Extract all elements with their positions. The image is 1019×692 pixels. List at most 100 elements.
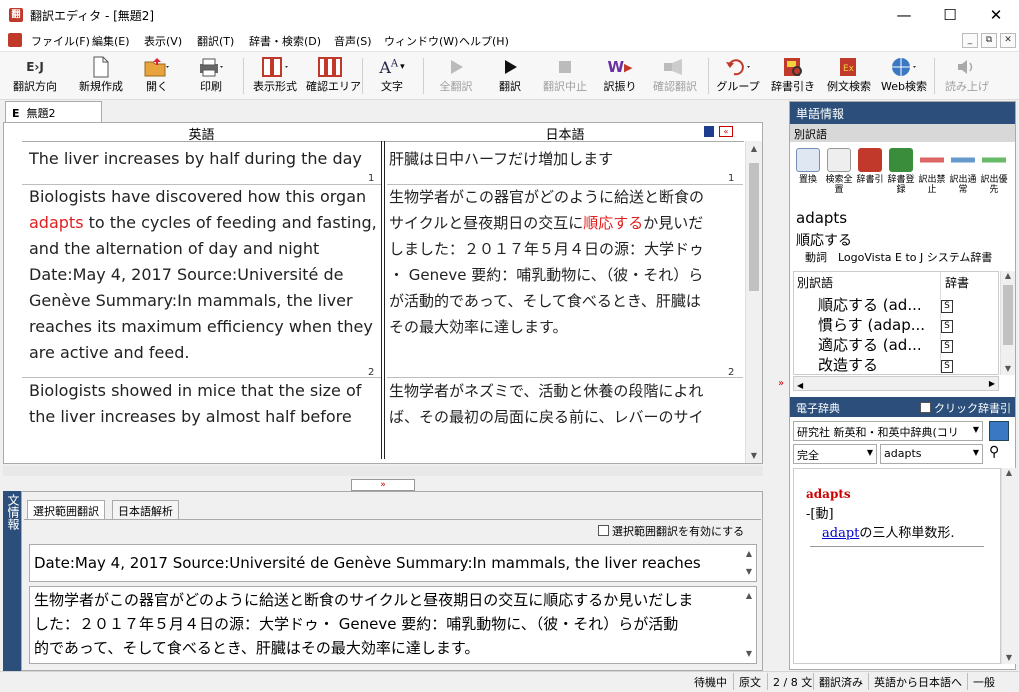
scroll-up-icon[interactable]: ▲ <box>1002 468 1016 477</box>
selected-word: adapts <box>796 209 848 227</box>
direction-button[interactable]: E›J 翻訳方向 <box>6 54 64 98</box>
scroll-down-icon[interactable]: ▼ <box>746 649 752 658</box>
highlighted-word[interactable]: adapts <box>29 213 84 232</box>
source-sentence[interactable]: The liver increases by half during the d… <box>29 146 362 172</box>
source-sentence[interactable]: Biologists have discovered how this orga… <box>29 184 379 366</box>
collapse-icon[interactable]: « <box>719 126 733 137</box>
mdi-close-icon[interactable]: ✕ <box>1000 33 1016 48</box>
example-search-button[interactable]: Ex 例文検索 <box>823 54 875 98</box>
mdi-minimize-icon[interactable]: _ <box>962 33 978 48</box>
info-sidebar[interactable]: 文情報 <box>3 491 21 671</box>
list-item[interactable]: 順応する (ad... <box>818 294 922 315</box>
scroll-left-icon[interactable]: ◀ <box>797 381 803 390</box>
dict-link[interactable]: adapt <box>822 526 859 541</box>
replace-button[interactable]: 置換 <box>793 145 823 203</box>
menu-voice[interactable]: 音声(S) <box>331 33 375 49</box>
close-button[interactable]: ✕ <box>973 0 1019 30</box>
list-item[interactable]: 適応する (ad... <box>818 334 922 355</box>
selection-target-box[interactable]: 生物学者がこの器官がどのように給送と断食のサイクルと昼夜期日の交互に順応するか見… <box>29 586 757 664</box>
list-header-dictionary[interactable]: 辞書 <box>945 274 969 291</box>
scroll-up-icon[interactable]: ▲ <box>746 591 752 600</box>
confirm-translate-button[interactable]: 確認翻訳 <box>648 54 702 98</box>
enable-selection-checkbox[interactable]: 選択範囲翻訳を有効にする <box>598 523 744 539</box>
dictionary-settings-icon[interactable] <box>989 421 1009 441</box>
highlighted-word[interactable]: 順応する <box>583 214 643 232</box>
document-tab[interactable]: E 無題2 <box>5 101 102 122</box>
scroll-up-icon[interactable]: ▲ <box>1001 271 1015 280</box>
dict-lookup-button[interactable]: 辞書引き <box>769 54 817 98</box>
match-select[interactable]: 完全 ▼ <box>793 444 877 464</box>
display-format-button[interactable]: 表示形式 <box>248 54 302 98</box>
scroll-down-icon[interactable]: ▼ <box>1001 364 1015 373</box>
search-replace-all-button[interactable]: 検索全置 <box>824 145 854 203</box>
dict-scrollbar[interactable]: ▲ ▼ <box>1001 468 1016 664</box>
source-sentence[interactable]: Biologists showed in mice that the size … <box>29 378 379 430</box>
target-sentence[interactable]: 肝臓は日中ハーフだけ増加します <box>389 146 613 172</box>
print-button[interactable]: 印刷 <box>190 54 232 98</box>
column-divider[interactable] <box>381 141 382 459</box>
selection-source-box[interactable]: Date:May 4, 2017 Source:Université de Ge… <box>29 544 757 582</box>
sync-icon[interactable] <box>704 126 714 137</box>
maximize-button[interactable]: ☐ <box>927 0 973 30</box>
example-book-icon: Ex <box>823 54 875 80</box>
dict-register-button[interactable]: 辞書登録 <box>886 145 916 203</box>
splitter[interactable] <box>3 466 763 476</box>
menu-file[interactable]: ファイル(F) <box>28 33 93 49</box>
collapse-right-panel-icon[interactable]: » <box>778 378 784 389</box>
list-item[interactable]: 慣らす (adap... <box>818 314 925 335</box>
mdi-restore-icon[interactable]: ⧉ <box>981 33 997 48</box>
menu-help[interactable]: ヘルプ(H) <box>456 33 512 49</box>
e-dict-title: 電子辞典 <box>796 402 840 415</box>
chevron-down-icon: ▼ <box>972 425 979 434</box>
confirm-area-button[interactable]: 確認エリア <box>306 54 361 98</box>
tab-japanese-analysis[interactable]: 日本語解析 <box>112 500 179 519</box>
alternatives-hscroll[interactable]: ◀ ▶ <box>793 376 999 391</box>
scroll-up-icon[interactable]: ▲ <box>746 549 752 558</box>
editor-scrollbar[interactable]: ▲ ▼ <box>745 141 762 463</box>
target-sentence[interactable]: 生物学者がこの器官がどのように給送と断食の サイクルと昼夜期日の交互に順応するか… <box>389 184 739 340</box>
assign-translation-button[interactable]: W ▶ 訳振り <box>598 54 642 98</box>
binoculars-icon[interactable]: ⚲ <box>989 444 999 460</box>
minimize-button[interactable]: — <box>881 0 927 30</box>
scroll-down-icon[interactable]: ▼ <box>746 567 752 576</box>
new-button[interactable]: 新規作成 <box>72 54 130 98</box>
priority-button[interactable]: 訳出優先 <box>979 145 1009 203</box>
scroll-down-icon[interactable]: ▼ <box>746 451 762 460</box>
menu-translate[interactable]: 翻訳(T) <box>194 33 237 49</box>
normal-button[interactable]: 訳出通常 <box>948 145 978 203</box>
stop-translation-button[interactable]: 翻訳中止 <box>538 54 592 98</box>
checkbox-icon[interactable] <box>598 525 609 536</box>
checkbox-checked-icon[interactable] <box>920 402 931 413</box>
scroll-up-icon[interactable]: ▲ <box>746 144 762 153</box>
expand-lower-icon[interactable]: » <box>351 479 415 491</box>
prohibit-button[interactable]: 訳出禁止 <box>917 145 947 203</box>
menu-view[interactable]: 表示(V) <box>141 33 185 49</box>
dict-lookup-small-button[interactable]: 辞書引 <box>855 145 885 203</box>
assign-icon: W ▶ <box>607 58 633 76</box>
document-icon[interactable] <box>8 33 22 47</box>
translate-all-button[interactable]: 全翻訳 <box>432 54 480 98</box>
open-button[interactable]: 開く <box>136 54 178 98</box>
menu-window[interactable]: ウィンドウ(W) <box>381 33 461 49</box>
scroll-thumb[interactable] <box>1003 285 1013 345</box>
dictionary-select[interactable]: 研究社 新英和・和英中辞典(コリ ▼ <box>793 421 983 441</box>
text-button[interactable]: AA ▾ 文字 <box>372 54 412 98</box>
alternatives-scrollbar[interactable]: ▲ ▼ <box>1000 271 1015 375</box>
play-icon <box>488 54 532 80</box>
group-button[interactable]: グループ <box>713 54 763 98</box>
web-search-button[interactable]: Web検索 <box>879 54 929 98</box>
list-item[interactable]: 改造する <box>818 354 878 375</box>
scroll-down-icon[interactable]: ▼ <box>1002 653 1016 662</box>
click-lookup-checkbox[interactable]: クリック辞書引 <box>920 400 1011 416</box>
menu-edit[interactable]: 編集(E) <box>89 33 133 49</box>
tab-selection-translation[interactable]: 選択範囲翻訳 <box>27 500 105 519</box>
menu-dictionary[interactable]: 辞書・検索(D) <box>246 33 324 49</box>
translate-button[interactable]: 翻訳 <box>488 54 532 98</box>
target-sentence[interactable]: 生物学者がネズミで、活動と休養の段階によれ ば、その最初の局面に戻る前に、レバー… <box>389 378 739 430</box>
scroll-right-icon[interactable]: ▶ <box>989 379 995 388</box>
new-document-icon <box>72 54 130 80</box>
scroll-thumb[interactable] <box>749 163 759 291</box>
query-input[interactable]: adapts ▼ <box>880 444 983 464</box>
read-aloud-button[interactable]: 読み上げ <box>939 54 995 98</box>
list-header-alternatives[interactable]: 別訳語 <box>797 274 833 291</box>
